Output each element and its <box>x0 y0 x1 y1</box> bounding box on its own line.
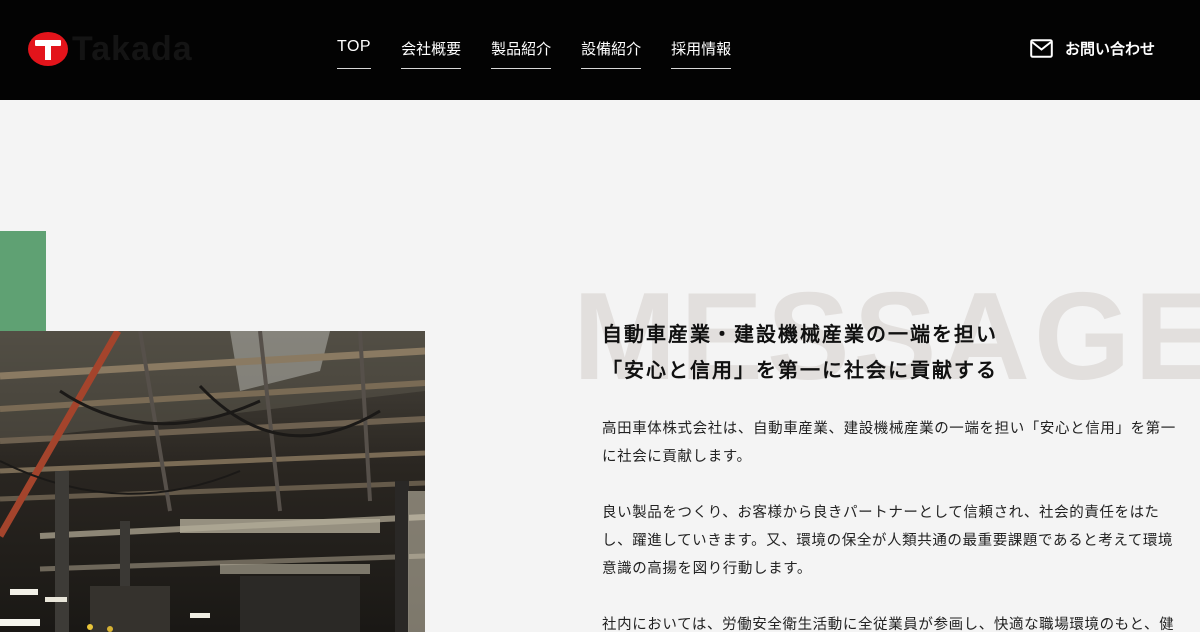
factory-photo <box>0 331 425 632</box>
headline-line: 自動車産業・建設機械産業の一端を担い <box>602 322 998 346</box>
nav-item-products[interactable]: 製品紹介 <box>491 38 552 69</box>
message-paragraph-1: 高田車体株式会社は、自動車産業、建設機械産業の一端を担い「安心と信用」を第一 に… <box>602 415 1200 471</box>
nav-item-top[interactable]: TOP <box>337 38 372 69</box>
message-paragraph-2: 良い製品をつくり、お客様から良きパートナーとして信頼され、社会的責任をはた し、… <box>602 499 1200 583</box>
message-headline: 自動車産業・建設機械産業の一端を担い 「安心と信用」を第一に社会に貢献する <box>602 316 1200 388</box>
nav-item-equipment[interactable]: 設備紹介 <box>581 38 642 69</box>
paragraph-line: 社内においては、労働安全衛生活動に全従業員が参画し、快適な職場環境のもと、健 <box>602 617 1175 632</box>
site-header: Takada TOP 会社概要 製品紹介 設備紹介 採用情報 お問い合わせ <box>0 0 1200 100</box>
paragraph-line: し、躍進していきます。又、環境の保全が人類共通の最重要課題であると考えて環境 <box>602 533 1174 549</box>
takada-logo[interactable]: Takada <box>28 29 193 68</box>
contact-label: お問い合わせ <box>1065 40 1156 58</box>
headline-line: 「安心と信用」を第一に社会に貢献する <box>602 358 998 382</box>
paragraph-line: 良い製品をつくり、お客様から良きパートナーとして信頼され、社会的責任をはた <box>602 505 1160 521</box>
message-paragraph-3: 社内においては、労働安全衛生活動に全従業員が参画し、快適な職場環境のもと、健 <box>602 611 1200 632</box>
nav-item-recruit[interactable]: 採用情報 <box>671 38 732 69</box>
takada-t-logo-icon <box>28 32 68 66</box>
paragraph-line: 高田車体株式会社は、自動車産業、建設機械産業の一端を担い「安心と信用」を第一 <box>602 421 1176 437</box>
contact-link[interactable]: お問い合わせ <box>1030 38 1155 59</box>
logo-text: Takada <box>72 29 193 68</box>
envelope-icon <box>1030 39 1053 58</box>
main-nav: TOP 会社概要 製品紹介 設備紹介 採用情報 <box>337 38 732 69</box>
green-accent-block <box>0 231 46 331</box>
paragraph-line: に社会に貢献します。 <box>602 449 752 465</box>
nav-item-company[interactable]: 会社概要 <box>401 38 462 69</box>
paragraph-line: 意識の高揚を図り行動します。 <box>602 561 812 577</box>
